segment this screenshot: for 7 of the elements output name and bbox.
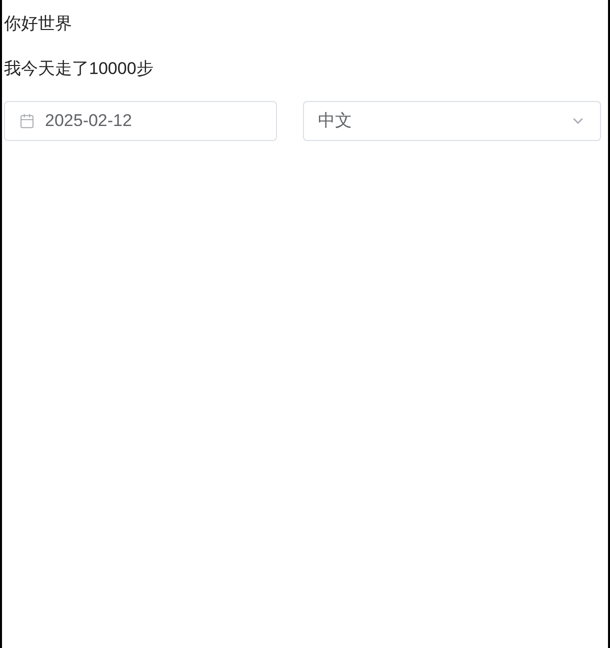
greeting-text: 你好世界 bbox=[4, 14, 72, 34]
calendar-icon bbox=[19, 113, 35, 129]
language-select[interactable]: 中文 bbox=[303, 101, 601, 141]
date-field[interactable]: 2025-02-12 bbox=[4, 101, 277, 141]
language-value: 中文 bbox=[318, 110, 352, 132]
steps-text: 我今天走了10000步 bbox=[4, 59, 154, 79]
date-value: 2025-02-12 bbox=[45, 110, 132, 132]
